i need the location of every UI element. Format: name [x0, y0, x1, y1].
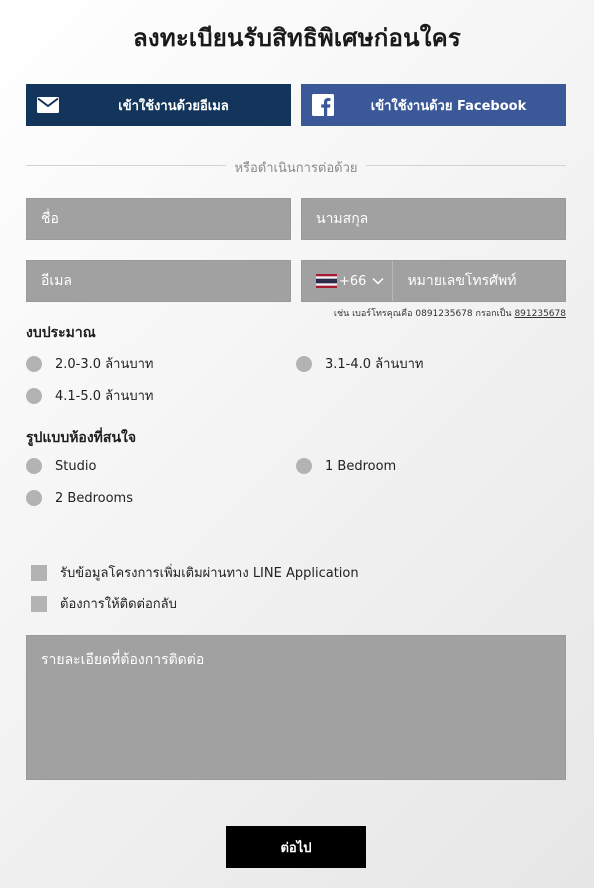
country-code-select[interactable]: +66	[302, 261, 394, 301]
thailand-flag-icon	[316, 274, 337, 288]
phone-hint-text: เช่น เบอร์โทรคุณคือ 0891235678 กรอกเป็น	[333, 309, 512, 319]
radio-button[interactable]	[26, 490, 42, 506]
facebook-login-button[interactable]: เข้าใช้งานด้วย Facebook	[301, 84, 566, 126]
country-code-value: +66	[339, 273, 367, 289]
email-field[interactable]: อีเมล	[26, 260, 291, 302]
details-textarea[interactable]: รายละเอียดที่ต้องการติดต่อ	[26, 635, 566, 780]
envelope-icon	[36, 93, 60, 117]
budget-option-label: 2.0-3.0 ล้านบาท	[55, 357, 154, 372]
budget-option[interactable]: 2.0-3.0 ล้านบาท	[26, 353, 153, 374]
radio-button[interactable]	[26, 458, 42, 474]
budget-option-label: 3.1-4.0 ล้านบาท	[325, 357, 424, 372]
room-type-option-label: 2 Bedrooms	[55, 490, 133, 506]
line-optin-checkbox-row[interactable]: รับข้อมูลโครงการเพิ่มเติมผ่านทาง LINE Ap…	[31, 562, 359, 583]
next-button[interactable]: ต่อไป	[226, 826, 366, 868]
divider-text: หรือดำเนินการต่อด้วย	[234, 161, 358, 176]
room-type-option[interactable]: 2 Bedrooms	[26, 490, 133, 506]
phone-number-placeholder: หมายเลขโทรศัพท์	[407, 273, 517, 289]
last-name-field[interactable]: นามสกุล	[301, 198, 566, 240]
room-type-option[interactable]: Studio	[26, 458, 96, 474]
page-title: ลงทะเบียนรับสิทธิพิเศษก่อนใคร	[133, 24, 461, 52]
callback-label: ต้องการให้ติดต่อกลับ	[60, 597, 177, 612]
facebook-login-label: เข้าใช้งานด้วย Facebook	[370, 98, 527, 114]
room-type-option[interactable]: 1 Bedroom	[296, 458, 396, 474]
divider-line-right	[366, 165, 566, 166]
radio-button[interactable]	[26, 387, 42, 404]
email-login-label: เข้าใช้งานด้วยอีเมล	[118, 98, 229, 114]
room-type-label: รูปแบบห้องที่สนใจ	[26, 430, 137, 446]
phone-hint-example: 891235678	[514, 309, 566, 319]
budget-label: งบประมาณ	[26, 325, 96, 341]
facebook-icon	[311, 93, 335, 117]
line-optin-checkbox[interactable]	[31, 564, 47, 581]
room-type-option-label: 1 Bedroom	[325, 458, 397, 474]
callback-checkbox[interactable]	[31, 595, 47, 612]
radio-button[interactable]	[296, 355, 312, 372]
budget-option[interactable]: 3.1-4.0 ล้านบาท	[296, 353, 423, 374]
chevron-down-icon	[372, 277, 384, 285]
room-type-option-label: Studio	[55, 458, 97, 474]
email-login-button[interactable]: เข้าใช้งานด้วยอีเมล	[26, 84, 291, 126]
budget-option-label: 4.1-5.0 ล้านบาท	[55, 389, 154, 404]
or-divider: หรือดำเนินการต่อด้วย	[26, 156, 566, 176]
phone-hint: เช่น เบอร์โทรคุณคือ 0891235678 กรอกเป็น …	[334, 306, 566, 320]
first-name-field[interactable]: ชื่อ	[26, 198, 291, 240]
phone-field[interactable]: +66 หมายเลขโทรศัพท์	[301, 260, 566, 302]
callback-checkbox-row[interactable]: ต้องการให้ติดต่อกลับ	[31, 593, 177, 614]
radio-button[interactable]	[26, 355, 42, 372]
line-optin-label: รับข้อมูลโครงการเพิ่มเติมผ่านทาง LINE Ap…	[60, 566, 359, 581]
budget-option[interactable]: 4.1-5.0 ล้านบาท	[26, 385, 153, 406]
radio-button[interactable]	[296, 458, 312, 474]
